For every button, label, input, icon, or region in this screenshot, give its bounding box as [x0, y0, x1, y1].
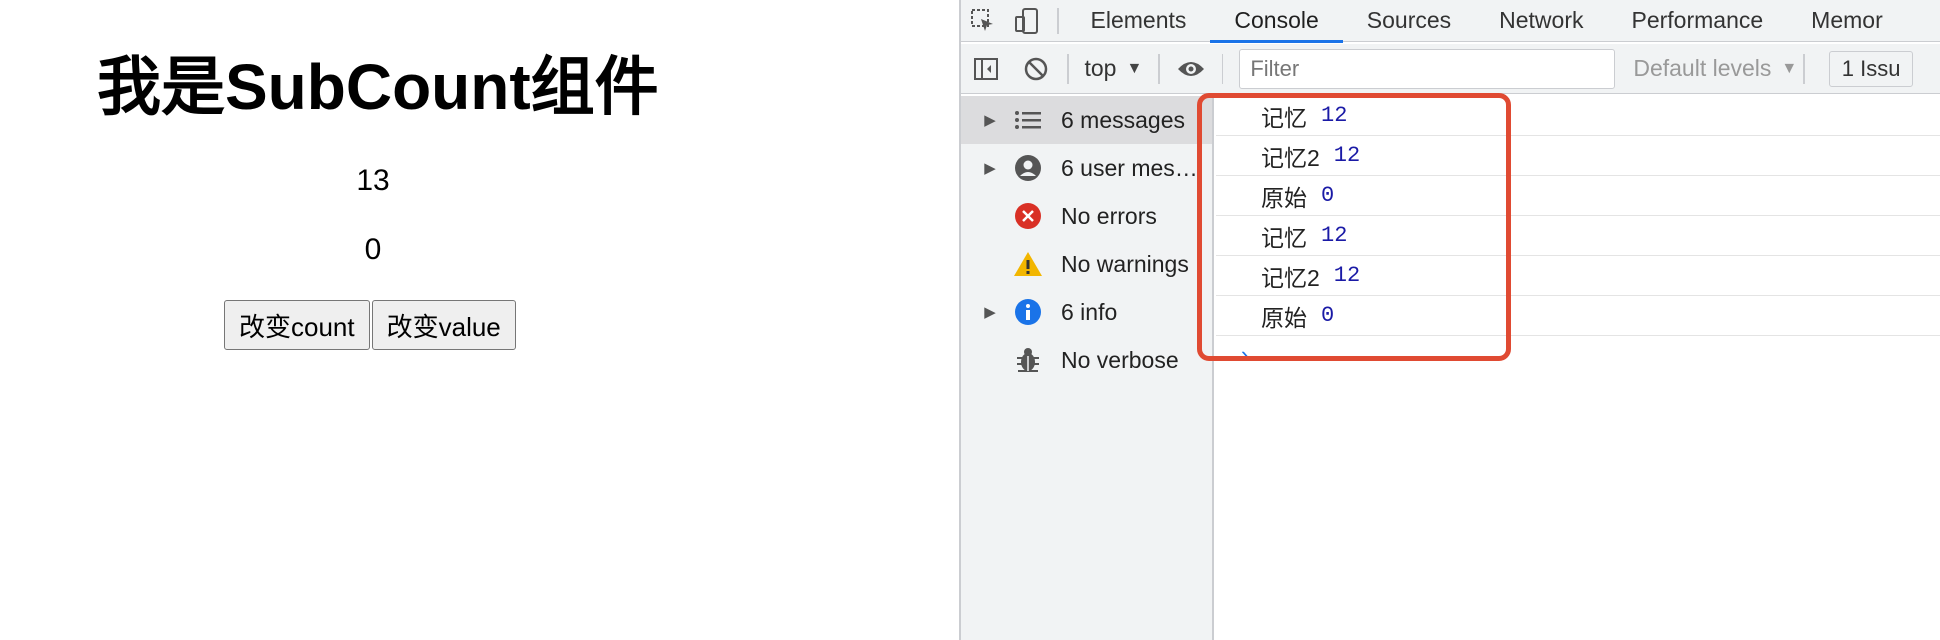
console-log-row: 记忆 12: [1216, 96, 1940, 136]
log-levels-dropdown[interactable]: Default levels ▼: [1633, 55, 1797, 82]
dropdown-arrow-icon: ▼: [1781, 59, 1798, 77]
sidebar-item-verbose[interactable]: ▶ No verbose: [961, 336, 1212, 384]
log-message: 原始: [1261, 184, 1307, 211]
bug-icon: [1013, 345, 1043, 375]
change-value-button[interactable]: 改变value: [371, 300, 516, 350]
sidebar-item-messages[interactable]: ▶ 6 messages: [961, 96, 1212, 144]
log-value: 12: [1321, 103, 1348, 128]
info-icon: [1013, 297, 1043, 327]
expand-triangle-icon[interactable]: ▶: [983, 159, 997, 177]
sidebar-item-warnings[interactable]: ▶ No warnings: [961, 240, 1212, 288]
warning-icon: [1013, 249, 1043, 279]
eye-icon[interactable]: [1166, 44, 1216, 94]
log-value: 0: [1321, 303, 1335, 328]
tab-console[interactable]: Console: [1210, 0, 1344, 43]
log-value: 0: [1321, 183, 1335, 208]
issues-button[interactable]: 1 Issu: [1828, 50, 1914, 87]
toolbar-separator: [1221, 53, 1224, 84]
sidebar-item-info[interactable]: ▶ 6 info: [961, 288, 1212, 336]
toolbar-separator: [1158, 53, 1160, 84]
list-icon: [1013, 105, 1043, 135]
tab-sources[interactable]: Sources: [1343, 0, 1475, 42]
console-output: 记忆 12 记忆2 12 原始 0 记忆 12 记忆2 12 原始 0 ›: [1216, 96, 1940, 640]
sidebar-item-errors[interactable]: ▶ No errors: [961, 192, 1212, 240]
inspect-element-icon[interactable]: [961, 0, 1005, 42]
log-value: 12: [1321, 223, 1348, 248]
devtools-tab-bar: Elements Console Sources Network Perform…: [961, 0, 1940, 43]
filter-input[interactable]: [1239, 48, 1616, 89]
log-message: 记忆: [1261, 224, 1307, 251]
error-icon: [1013, 201, 1043, 231]
context-label: top: [1084, 55, 1117, 81]
expand-triangle-icon[interactable]: ▶: [983, 303, 997, 321]
console-toolbar: top ▼ Default levels ▼ 1 Issu: [961, 44, 1940, 94]
log-levels-label: Default levels: [1633, 55, 1772, 81]
user-icon: [1013, 153, 1043, 183]
change-count-button[interactable]: 改变count: [224, 300, 370, 350]
tab-memory[interactable]: Memor: [1787, 0, 1907, 42]
button-row: 改变count 改变value: [224, 300, 516, 350]
devtools-panel: Elements Console Sources Network Perform…: [959, 0, 1940, 640]
tab-performance[interactable]: Performance: [1608, 0, 1788, 42]
count-display: 13: [356, 164, 390, 197]
page-title: 我是SubCount组件: [97, 51, 659, 123]
console-log-row: 记忆 12: [1216, 216, 1940, 256]
dropdown-arrow-icon: ▼: [1126, 59, 1143, 77]
sidebar-toggle-icon[interactable]: [961, 44, 1011, 94]
sidebar-item-label: 6 user mes…: [1061, 154, 1198, 181]
console-sidebar: ▶ 6 messages ▶ 6 user mes… ▶ No errors ▶: [961, 96, 1214, 640]
log-value: 12: [1333, 143, 1361, 168]
log-message: 原始: [1261, 304, 1307, 331]
log-message: 记忆2: [1261, 144, 1320, 171]
log-value: 12: [1333, 263, 1361, 288]
tab-elements[interactable]: Elements: [1067, 0, 1211, 42]
sidebar-item-label: No errors: [1061, 202, 1157, 229]
log-message: 记忆: [1261, 104, 1307, 131]
tab-network[interactable]: Network: [1475, 0, 1607, 42]
expand-triangle-icon[interactable]: ▶: [983, 111, 997, 129]
sidebar-item-label: No verbose: [1061, 346, 1179, 373]
console-prompt[interactable]: ›: [1238, 344, 1251, 369]
console-log-row: 原始 0: [1216, 176, 1940, 216]
context-selector[interactable]: top ▼: [1075, 55, 1153, 82]
toolbar-separator: [1803, 53, 1805, 84]
clear-console-icon[interactable]: [1011, 44, 1061, 94]
toolbar-separator: [1067, 53, 1069, 84]
page-viewport: 我是SubCount组件 13 0 改变count 改变value: [0, 0, 959, 640]
console-log-row: 记忆2 12: [1216, 256, 1940, 296]
sidebar-item-label: No warnings: [1061, 250, 1189, 277]
console-log-row: 原始 0: [1216, 296, 1940, 336]
sidebar-item-label: 6 messages: [1061, 106, 1186, 133]
console-log-row: 记忆2 12: [1216, 136, 1940, 176]
value-display: 0: [364, 233, 382, 266]
sidebar-item-label: 6 info: [1061, 298, 1118, 325]
device-toolbar-icon[interactable]: [1005, 0, 1049, 42]
log-message: 记忆2: [1261, 264, 1320, 291]
sidebar-item-user-messages[interactable]: ▶ 6 user mes…: [961, 144, 1212, 192]
tab-separator: [1057, 7, 1059, 34]
